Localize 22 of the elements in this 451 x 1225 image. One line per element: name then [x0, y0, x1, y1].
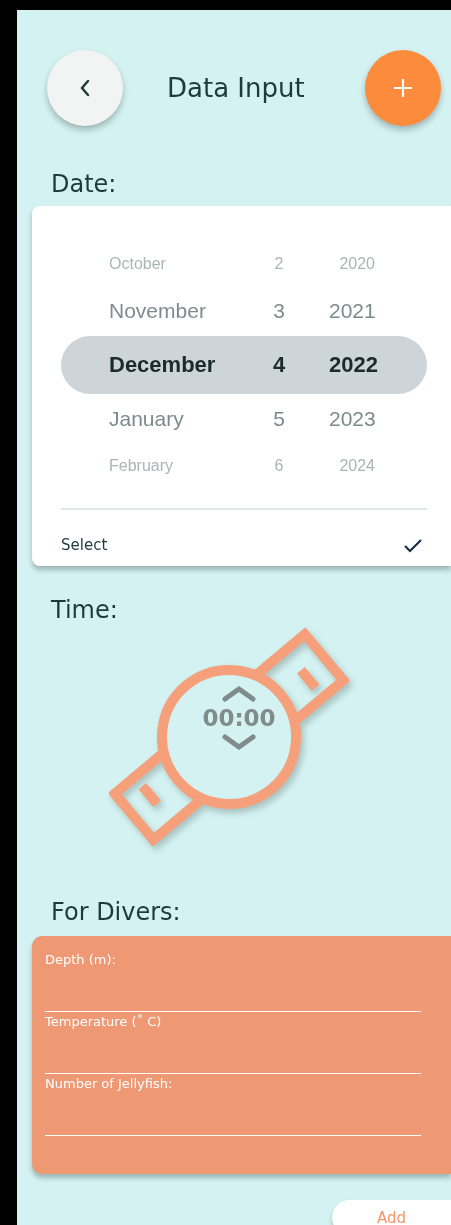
date-row[interactable]: November 3 2021 [61, 286, 427, 336]
page-title: Data Input [167, 73, 305, 103]
input-field[interactable]: Number of Jellyfish: [45, 1076, 421, 1136]
date-row[interactable]: October 2 2020 [61, 242, 427, 286]
date-row[interactable]: January 5 2023 [61, 394, 427, 444]
chevron-down-icon[interactable] [222, 734, 256, 750]
date-row[interactable]: February 6 2024 [61, 444, 427, 488]
selected-date-row[interactable]: December 4 2022 [61, 336, 427, 394]
time-value[interactable]: 00:00 [202, 705, 276, 731]
chevron-up-icon[interactable] [222, 686, 256, 702]
section-label: Date: [50, 169, 118, 198]
select-label: Select [61, 536, 108, 554]
input-field[interactable]: Depth (m): [45, 952, 421, 1012]
section-label: Time: [50, 595, 119, 624]
checkmark-icon[interactable] [403, 537, 423, 553]
input-field[interactable]: Temperature (˚ C) [45, 1014, 421, 1074]
add-button[interactable]: Add [332, 1200, 451, 1225]
chevron-left-icon [79, 79, 91, 97]
section-label: For Divers: [50, 897, 182, 926]
plus-icon [393, 78, 413, 98]
add-button[interactable] [365, 50, 441, 126]
back-button[interactable] [47, 50, 123, 126]
